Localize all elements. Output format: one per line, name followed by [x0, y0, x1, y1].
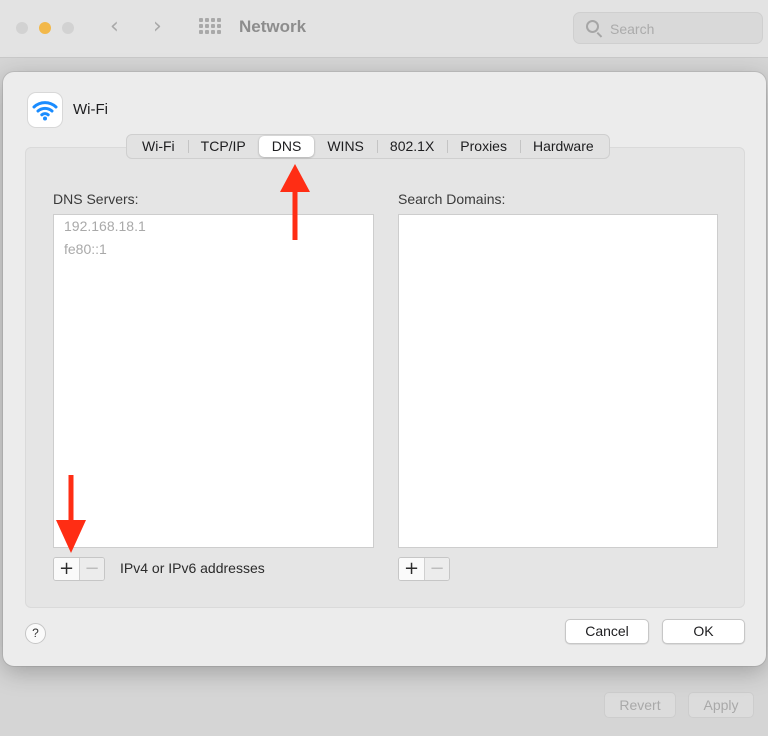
- search-placeholder: Search: [610, 21, 655, 37]
- search-icon: [586, 20, 599, 33]
- list-item[interactable]: fe80::1: [54, 238, 373, 261]
- dns-hint-text: IPv4 or IPv6 addresses: [120, 560, 265, 576]
- search-field[interactable]: Search: [573, 12, 763, 44]
- dns-settings-sheet: Wi-Fi Wi-Fi TCP/IP DNS WINS 802.1X Proxi…: [3, 72, 766, 666]
- tab-dns[interactable]: DNS: [258, 136, 315, 157]
- window-titlebar: ‹ › Network Search: [0, 0, 768, 58]
- search-domains-label: Search Domains:: [398, 191, 506, 207]
- window-title: Network: [239, 17, 307, 36]
- sheet-title: Wi-Fi: [73, 101, 108, 118]
- remove-search-domain-button[interactable]: −: [424, 558, 449, 580]
- add-search-domain-button[interactable]: +: [399, 558, 424, 580]
- ok-button[interactable]: OK: [662, 619, 745, 644]
- close-window-button[interactable]: [16, 22, 28, 34]
- tab-hardware[interactable]: Hardware: [519, 136, 607, 157]
- tab-proxies[interactable]: Proxies: [447, 136, 520, 157]
- tab-wifi[interactable]: Wi-Fi: [129, 136, 188, 157]
- list-item[interactable]: 192.168.18.1: [54, 215, 373, 238]
- tab-8021x[interactable]: 802.1X: [376, 136, 447, 157]
- remove-dns-server-button[interactable]: −: [79, 558, 104, 580]
- annotation-arrow-down-icon: [56, 475, 86, 553]
- wifi-icon: [28, 93, 62, 127]
- help-button[interactable]: ?: [25, 623, 46, 644]
- zoom-window-button[interactable]: [62, 22, 74, 34]
- annotation-arrow-up-icon: [280, 164, 310, 240]
- dns-servers-label: DNS Servers:: [53, 191, 139, 207]
- tab-wins[interactable]: WINS: [314, 136, 377, 157]
- apply-button[interactable]: Apply: [688, 692, 754, 718]
- search-domains-list[interactable]: [398, 214, 718, 548]
- back-arrow-icon[interactable]: ‹: [110, 14, 119, 40]
- grid-icon[interactable]: [199, 18, 221, 38]
- dns-add-remove-control: + −: [53, 557, 105, 581]
- search-domain-add-remove-control: + −: [398, 557, 450, 581]
- add-dns-server-button[interactable]: +: [54, 558, 79, 580]
- cancel-button[interactable]: Cancel: [565, 619, 649, 644]
- tab-bar: Wi-Fi TCP/IP DNS WINS 802.1X Proxies Har…: [126, 134, 610, 159]
- tab-tcpip[interactable]: TCP/IP: [187, 136, 259, 157]
- minimize-window-button[interactable]: [39, 22, 51, 34]
- dns-servers-list[interactable]: 192.168.18.1 fe80::1: [53, 214, 374, 548]
- forward-arrow-icon[interactable]: ›: [153, 14, 162, 40]
- revert-button[interactable]: Revert: [604, 692, 676, 718]
